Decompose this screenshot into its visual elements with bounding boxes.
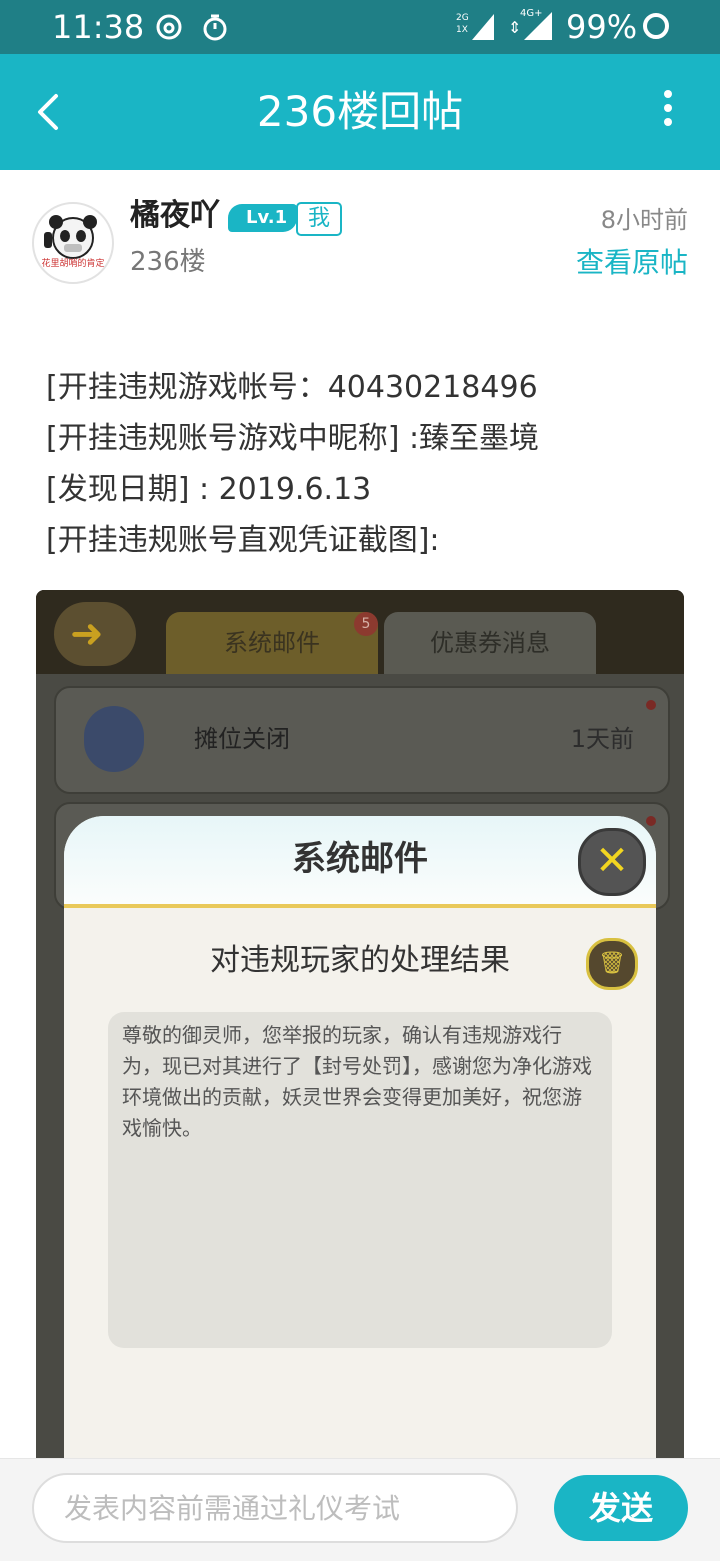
reply-input[interactable] xyxy=(32,1473,518,1543)
game-mail-time: 1天前 xyxy=(570,725,634,753)
berry-item-icon xyxy=(84,706,144,772)
battery-icon xyxy=(643,13,669,39)
stopwatch-icon xyxy=(203,14,227,41)
game-mail-dialog: 系统邮件 ✕ 对违规玩家的处理结果 🗑 尊敬的御灵师，您举报的玩家，确认有违规游… xyxy=(64,816,656,1460)
reply-bar: 发送 xyxy=(0,1458,720,1561)
post-line: [开挂违规游戏帐号：40430218496 xyxy=(46,370,538,405)
battery-percent: 99% xyxy=(566,8,638,46)
more-vertical-icon[interactable] xyxy=(656,90,680,134)
network-type-label: 2G 1X xyxy=(456,13,469,35)
data-arrows-icon: ⇕ xyxy=(508,18,522,37)
signal-icon-2 xyxy=(524,12,552,40)
post-line: [开挂违规账号直观凭证截图]: xyxy=(46,523,440,558)
game-message-box: 尊敬的御灵师，您举报的玩家，确认有违规游戏行为，现已对其进行了【封号处罚】，感谢… xyxy=(108,1012,612,1348)
trash-icon: 🗑 xyxy=(586,938,638,990)
post-line: [开挂违规账号游戏中昵称] :臻至墨境 xyxy=(46,421,540,456)
game-tab-badge: 5 xyxy=(354,612,378,636)
view-original-link[interactable]: 查看原帖 xyxy=(576,244,688,282)
game-mail-row: 摊位关闭 1天前 xyxy=(54,686,670,794)
game-dialog-title: 系统邮件 xyxy=(292,839,428,879)
game-mail-title: 摊位关闭 xyxy=(194,725,290,753)
post-image[interactable]: ➜ 系统邮件 5 优惠券消息 摊位关闭 1天前 系统邮件 ✕ 对违规玩家的处理结… xyxy=(36,590,684,1460)
game-dialog-header: 系统邮件 ✕ xyxy=(64,816,656,908)
avatar[interactable]: 花里胡哨的肯定 xyxy=(32,202,114,284)
netease-cloud-icon xyxy=(156,14,182,40)
floor-label: 236楼 xyxy=(130,247,206,277)
game-header: ➜ 系统邮件 5 优惠券消息 xyxy=(36,590,684,674)
post-line: [发现日期] : 2019.6.13 xyxy=(46,472,372,507)
post-body: [开挂违规游戏帐号：40430218496 [开挂违规账号游戏中昵称] :臻至墨… xyxy=(46,362,686,566)
status-bar: 11:38 2G 1X ⇕ 4G+ 99% xyxy=(0,0,720,54)
status-time: 11:38 xyxy=(52,8,145,46)
post-time: 8小时前 xyxy=(600,206,688,234)
send-button[interactable]: 发送 xyxy=(554,1475,688,1541)
game-message-text: 尊敬的御灵师，您举报的玩家，确认有违规游戏行为，现已对其进行了【封号处罚】，感谢… xyxy=(122,1023,592,1140)
avatar-caption: 花里胡哨的肯定 xyxy=(41,259,105,269)
game-back-button: ➜ xyxy=(54,602,136,666)
signal-icon xyxy=(472,14,494,40)
game-back-arrow-icon: ➜ xyxy=(70,611,104,657)
game-tab-system-mail: 系统邮件 xyxy=(166,612,378,674)
page-title: 236楼回帖 xyxy=(256,87,464,136)
username[interactable]: 橘夜吖 xyxy=(130,196,220,236)
game-dialog-subtitle: 对违规玩家的处理结果 xyxy=(210,943,510,978)
me-badge: 我 xyxy=(296,202,342,236)
game-tab-coupons: 优惠券消息 xyxy=(384,612,596,674)
panda-meme-icon xyxy=(44,215,97,259)
unread-dot xyxy=(646,700,656,710)
level-badge: Lv.1 xyxy=(228,204,298,232)
game-close-icon: ✕ xyxy=(578,828,646,896)
title-bar: 236楼回帖 xyxy=(0,54,720,170)
